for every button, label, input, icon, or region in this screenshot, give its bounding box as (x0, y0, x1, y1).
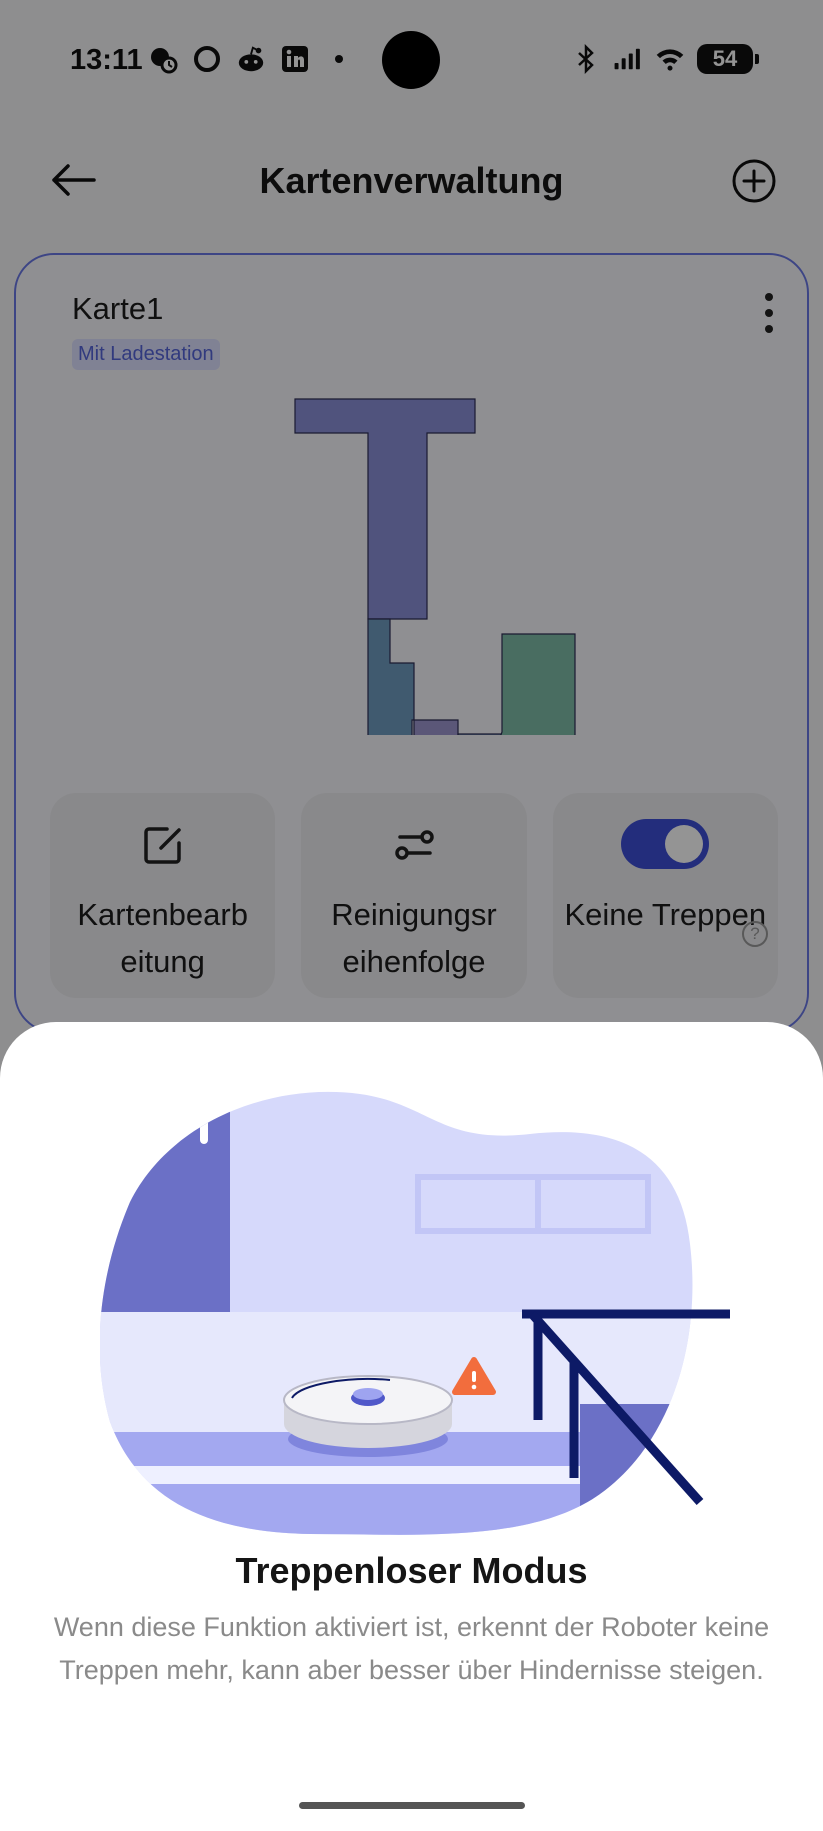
home-indicator[interactable] (299, 1802, 525, 1809)
stairless-mode-sheet: Treppenloser Modus Wenn diese Funktion a… (0, 1022, 823, 1831)
sheet-title: Treppenloser Modus (235, 1550, 588, 1591)
sheet-description: Wenn diese Funktion aktiviert ist, erken… (53, 1612, 770, 1685)
stairless-mode-illustration (100, 1091, 730, 1535)
